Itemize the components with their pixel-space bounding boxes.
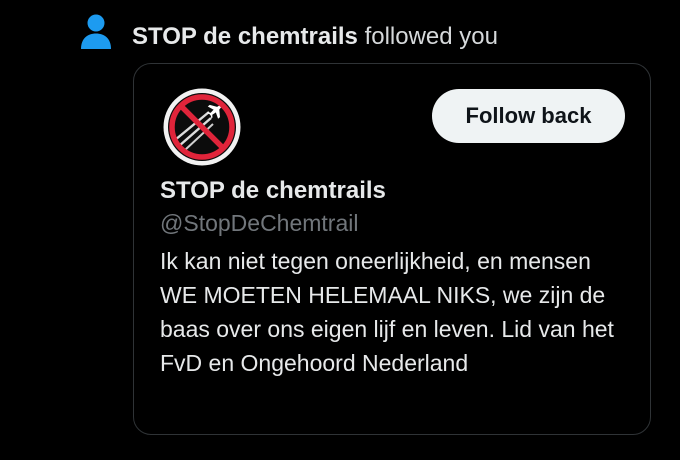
no-chemtrails-icon[interactable]: [163, 88, 241, 166]
action-text: followed you: [364, 23, 498, 50]
person-icon: [81, 14, 111, 49]
user-card[interactable]: Follow back STOP de chemtrails @StopDeCh…: [133, 63, 651, 435]
user-bio: Ik kan niet tegen oneerlijkheid, en mens…: [160, 248, 614, 376]
follow-back-button[interactable]: Follow back: [432, 89, 625, 143]
user-handle[interactable]: @StopDeChemtrail: [160, 208, 358, 238]
display-name[interactable]: STOP de chemtrails: [160, 175, 386, 207]
actor-name[interactable]: STOP de chemtrails: [132, 23, 358, 50]
follow-notification[interactable]: STOP de chemtrails followed you Follow b…: [0, 0, 680, 460]
notification-headline: STOP de chemtrails followed you: [132, 22, 498, 52]
